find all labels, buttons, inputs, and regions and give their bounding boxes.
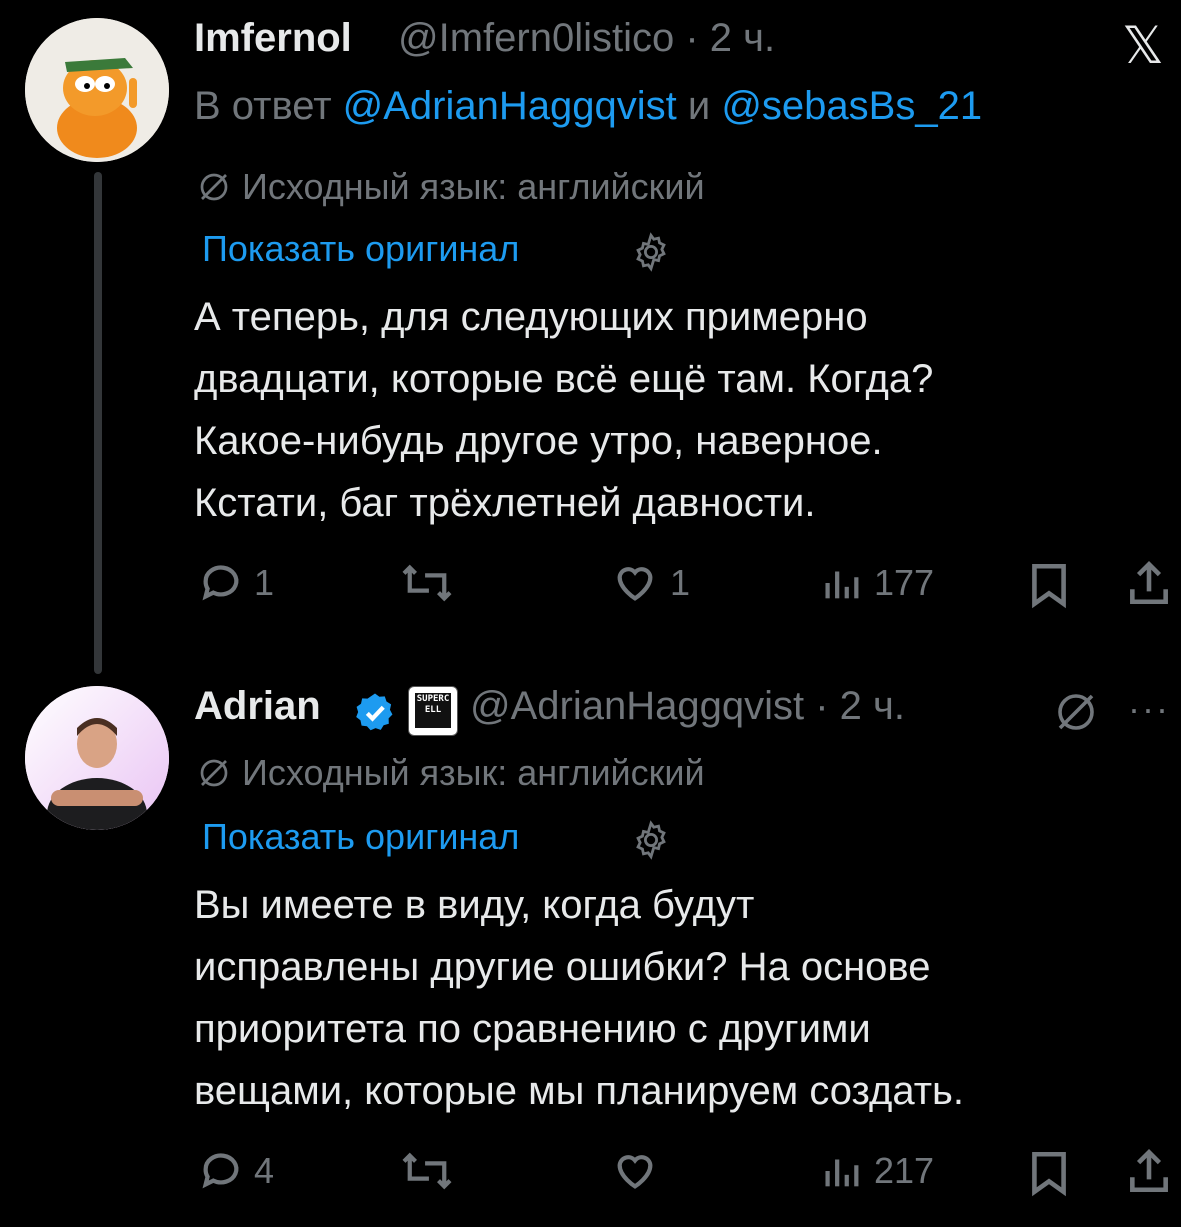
bookmark-button[interactable] bbox=[1024, 560, 1074, 610]
reply-icon bbox=[202, 1153, 239, 1189]
reply-button[interactable]: 1 bbox=[198, 560, 274, 606]
views-button[interactable]: 217 bbox=[818, 1148, 934, 1194]
author-name[interactable]: Imfernol bbox=[194, 16, 352, 61]
tweet-text: Вы имеете в виду, когда будут исправлены… bbox=[194, 883, 964, 1113]
heart-icon bbox=[617, 1155, 653, 1189]
translate-icon bbox=[200, 759, 228, 787]
views-count: 177 bbox=[874, 562, 935, 603]
bookmark-icon bbox=[1032, 1151, 1066, 1197]
bookmark-button[interactable] bbox=[1024, 1148, 1074, 1198]
retweet-button[interactable] bbox=[400, 1148, 454, 1194]
reply-to-line: В ответ @AdrianHaggqvist и @sebasBs_21 bbox=[194, 84, 982, 129]
x-logo-icon[interactable]: 𝕏 bbox=[1122, 16, 1164, 76]
supercell-affiliate-badge[interactable]: SUPERCELL bbox=[408, 686, 458, 736]
retweet-icon bbox=[402, 1152, 452, 1190]
translation-label: Исходный язык: английский bbox=[242, 752, 705, 793]
reply-count: 1 bbox=[254, 562, 275, 603]
settings-gear-icon[interactable] bbox=[630, 231, 672, 273]
thread-connector bbox=[94, 172, 102, 674]
bookmark-icon bbox=[1032, 563, 1066, 609]
tweet-text: А теперь, для следующих примерно двадцат… bbox=[194, 295, 934, 525]
avatar-imfernol[interactable] bbox=[25, 18, 169, 162]
share-button[interactable] bbox=[1124, 1146, 1174, 1196]
views-count: 217 bbox=[874, 1150, 935, 1191]
avatar-adrian[interactable] bbox=[25, 686, 169, 830]
reply-icon bbox=[202, 565, 239, 601]
like-button[interactable] bbox=[610, 1148, 660, 1194]
mention-link[interactable]: @sebasBs_21 bbox=[721, 84, 982, 128]
like-button[interactable]: 1 bbox=[610, 560, 690, 606]
translation-label: Исходный язык: английский bbox=[242, 166, 705, 207]
author-handle-time[interactable]: @Imfern0listico · 2 ч. bbox=[398, 16, 775, 61]
share-button[interactable] bbox=[1124, 558, 1174, 608]
translation-notice: Исходный язык: английский bbox=[196, 752, 705, 794]
translate-icon[interactable] bbox=[1052, 688, 1100, 736]
retweet-icon bbox=[402, 564, 452, 602]
show-original-link[interactable]: Показать оригинал bbox=[202, 816, 519, 858]
translate-icon bbox=[200, 173, 228, 201]
reply-and: и bbox=[676, 84, 722, 128]
mention-link[interactable]: @AdrianHaggqvist bbox=[343, 84, 677, 128]
verified-badge-icon bbox=[356, 693, 393, 731]
more-options-icon[interactable]: ··· bbox=[1128, 688, 1170, 730]
reply-prefix: В ответ bbox=[194, 84, 343, 128]
share-icon bbox=[1130, 561, 1168, 605]
views-chart-icon bbox=[825, 571, 859, 599]
heart-icon bbox=[617, 567, 653, 601]
like-count: 1 bbox=[670, 562, 691, 603]
share-icon bbox=[1130, 1149, 1168, 1193]
show-original-link[interactable]: Показать оригинал bbox=[202, 228, 519, 270]
reply-button[interactable]: 4 bbox=[198, 1148, 274, 1194]
author-handle-time[interactable]: @AdrianHaggqvist · 2 ч. bbox=[470, 684, 905, 729]
settings-gear-icon[interactable] bbox=[630, 819, 672, 861]
reply-count: 4 bbox=[254, 1150, 275, 1191]
views-button[interactable]: 177 bbox=[818, 560, 934, 606]
views-chart-icon bbox=[825, 1159, 859, 1187]
supercell-logo: SUPERCELL bbox=[415, 693, 451, 728]
retweet-button[interactable] bbox=[400, 560, 454, 606]
author-name[interactable]: Adrian bbox=[194, 684, 321, 729]
translation-notice: Исходный язык: английский bbox=[196, 166, 705, 208]
